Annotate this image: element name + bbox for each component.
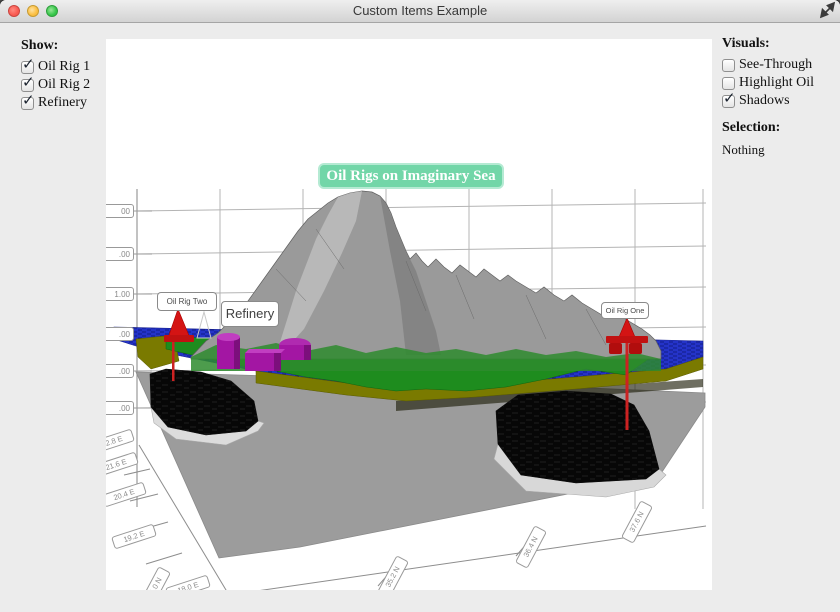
checkbox-label: Oil Rig 2 xyxy=(38,77,90,93)
selection-heading: Selection: xyxy=(722,120,814,136)
y-tick-label: .00 xyxy=(106,364,134,378)
checkbox-see-through[interactable]: ✓ See-Through xyxy=(722,56,814,74)
checkbox-box: ✓ xyxy=(722,59,735,72)
resize-icon[interactable] xyxy=(817,1,839,22)
checkbox-highlight-oil[interactable]: ✓ Highlight Oil xyxy=(722,74,814,92)
close-button[interactable] xyxy=(8,5,20,17)
checkbox-label: Highlight Oil xyxy=(739,75,814,91)
label-oil-rig-two[interactable]: Oil Rig Two xyxy=(157,292,217,311)
label-refinery[interactable]: Refinery xyxy=(221,301,279,327)
label-oil-rig-one[interactable]: Oil Rig One xyxy=(601,302,649,319)
checkmark-icon: ✓ xyxy=(22,91,35,109)
show-panel: Show: ✓ Oil Rig 1 ✓ Oil Rig 2 ✓ Refinery xyxy=(21,38,90,112)
y-tick-label: 00 xyxy=(106,204,134,218)
checkmark-icon: ✓ xyxy=(22,55,35,73)
show-heading: Show: xyxy=(21,38,90,54)
checkbox-shadows[interactable]: ✓ Shadows xyxy=(722,92,814,110)
app-window: Custom Items Example Show: ✓ Oil Rig 1 ✓… xyxy=(0,0,840,612)
minimize-button[interactable] xyxy=(27,5,39,17)
visuals-heading: Visuals: xyxy=(722,36,814,52)
checkbox-box: ✓ xyxy=(722,95,735,108)
checkbox-label: Shadows xyxy=(739,93,790,109)
zoom-button[interactable] xyxy=(46,5,58,17)
checkbox-label: See-Through xyxy=(739,57,812,73)
y-tick-label: .00 xyxy=(106,327,134,341)
selection-value: Nothing xyxy=(722,142,814,158)
visuals-panel: Visuals: ✓ See-Through ✓ Highlight Oil ✓… xyxy=(722,36,814,158)
mountain xyxy=(191,191,661,371)
window-title: Custom Items Example xyxy=(0,0,840,22)
checkbox-label: Oil Rig 1 xyxy=(38,59,90,75)
y-tick-label: .00 xyxy=(106,401,134,415)
traffic-lights xyxy=(8,5,58,17)
surface-graph-view[interactable]: Oil Rigs on Imaginary Sea Oil Rig Two Re… xyxy=(106,39,712,590)
window-titlebar[interactable]: Custom Items Example xyxy=(0,0,840,23)
graph-title: Oil Rigs on Imaginary Sea xyxy=(318,163,504,189)
checkmark-icon: ✓ xyxy=(22,73,35,91)
checkbox-refinery[interactable]: ✓ Refinery xyxy=(21,94,90,112)
checkbox-label: Refinery xyxy=(38,95,87,111)
checkmark-icon: ✓ xyxy=(723,89,736,107)
y-tick-label: .00 xyxy=(106,247,134,261)
y-tick-label: 1.00 xyxy=(106,287,134,301)
checkbox-box: ✓ xyxy=(21,97,34,110)
